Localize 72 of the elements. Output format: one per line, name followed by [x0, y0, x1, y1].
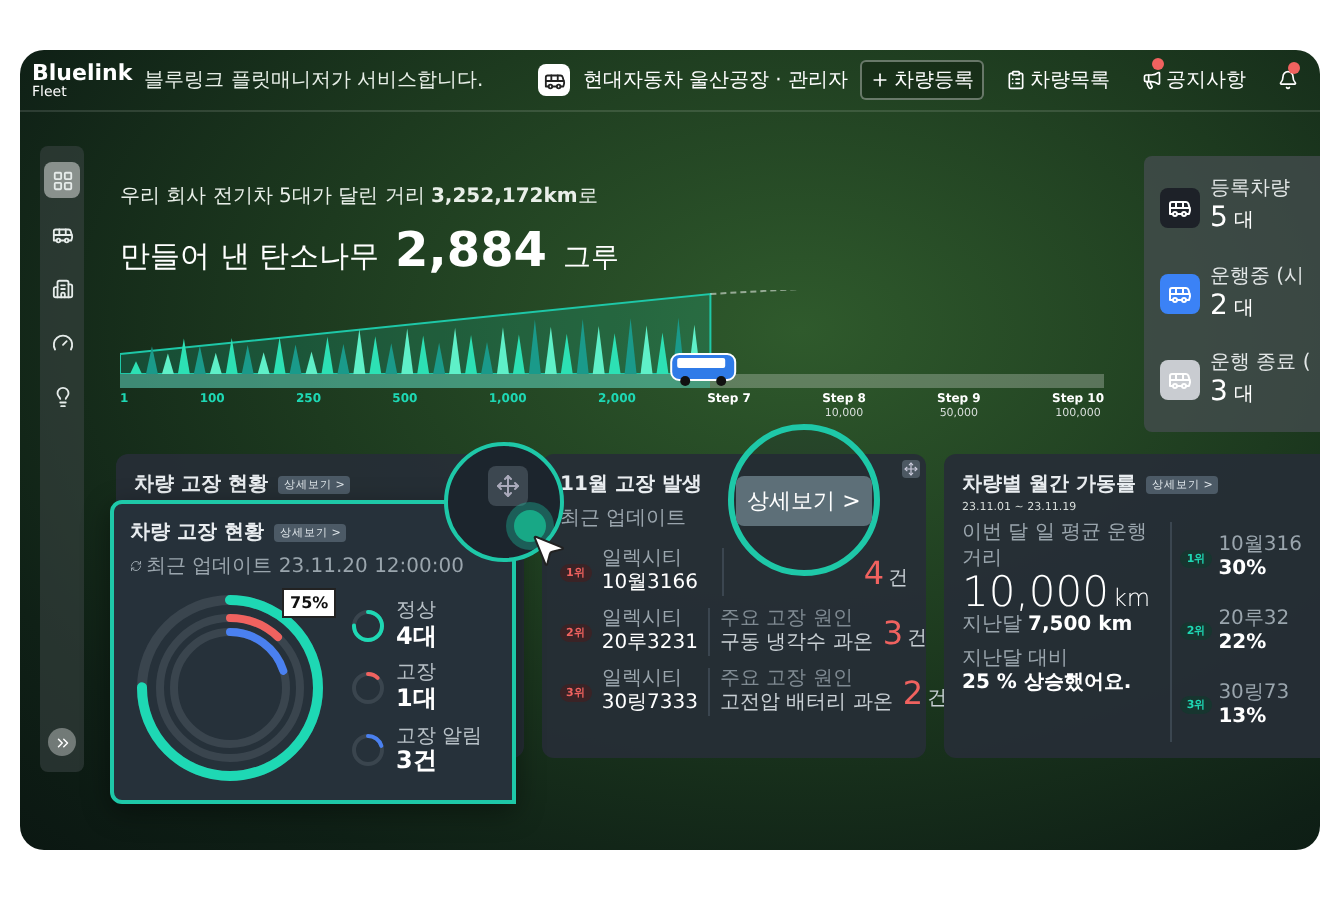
- move-icon[interactable]: [488, 466, 528, 506]
- increase-text: 25 % 상승했어요.: [962, 672, 1134, 697]
- status-value: 5 대: [1210, 202, 1256, 237]
- percentage-tooltip: 75%: [282, 588, 337, 618]
- lightbulb-icon: [51, 385, 73, 407]
- legend-label: 고장: [396, 662, 437, 686]
- card-title: 11월 고장 발생: [560, 472, 704, 498]
- count-unit: 그루: [562, 240, 619, 276]
- drag-handle[interactable]: [514, 510, 546, 542]
- card-title: 차량 고장 현황: [134, 472, 268, 498]
- legend-value: 1대: [396, 685, 437, 714]
- plate-number: 10월316: [1218, 534, 1302, 559]
- status-label: 운행 종료 (: [1210, 351, 1311, 376]
- plate-number: 20루32: [1218, 607, 1290, 632]
- status-label: 운행중 (시: [1210, 265, 1305, 290]
- tree-count: 2,884: [395, 222, 547, 278]
- fault-count: 2 건: [902, 673, 948, 711]
- plate-number: 30링7333: [601, 692, 699, 716]
- vehicle-model: 일렉시티: [601, 608, 684, 632]
- legend-value: 3건: [396, 748, 439, 776]
- legend-value: 4대: [396, 623, 437, 651]
- cause-label: 주요 고장 원인: [720, 668, 855, 692]
- status-value: 3 대: [1210, 375, 1256, 410]
- update-time: 최근 업데이트 23.11.20 12:00:00: [130, 552, 496, 580]
- bus-icon: [51, 223, 73, 245]
- details-button[interactable]: 상세보기 >: [735, 475, 873, 525]
- average-distance: 10,000 km: [962, 572, 1153, 614]
- expand-button[interactable]: [48, 728, 76, 756]
- grid-icon: [51, 169, 73, 191]
- welcome-text: 블루링크 플릿매니저가 서비스합니다.: [144, 68, 484, 94]
- plus-icon: [870, 70, 890, 90]
- utilization-rate: 22%: [1218, 631, 1269, 656]
- clipboard-icon: [1006, 70, 1026, 90]
- sidebar-item[interactable]: [44, 162, 80, 198]
- distance-text: 우리 회사 전기차 5대가 달린 거리 3,252,172km로: [120, 184, 600, 210]
- bus-icon: [538, 64, 571, 96]
- legend-label: 정상: [396, 600, 437, 624]
- bell-icon: [1278, 70, 1298, 90]
- last-month-distance: 지난달 7,500 km: [962, 614, 1135, 639]
- status-value: 2 대: [1210, 289, 1256, 323]
- average-label: 이번 달 일 평균 운행거리: [962, 522, 1150, 572]
- company-name: 현대자동차 울산공장 · 관리자: [582, 68, 848, 94]
- fault-count: 3 건: [882, 613, 928, 651]
- cause-text: 고전압 배터리 과온: [720, 692, 893, 716]
- plate-number: 20루3231: [601, 632, 699, 656]
- move-icon[interactable]: [902, 460, 920, 478]
- double-chevron-icon: [53, 733, 71, 751]
- compare-label: 지난달 대비: [962, 647, 1071, 672]
- plate-number: 10월3166: [601, 572, 701, 596]
- card-title: 차량 고장 현황: [130, 520, 264, 546]
- fault-count: 4 건: [863, 553, 908, 591]
- headline-text: 만들어 낸 탄소나무: [120, 238, 380, 276]
- logo-text: Bluelink: [32, 61, 133, 83]
- gauge-icon: [51, 331, 73, 353]
- card-title: 차량별 월간 가동률: [962, 472, 1136, 498]
- cause-label: 주요 고장 원인: [720, 608, 855, 632]
- update-time: 최근 업데이트: [560, 506, 689, 532]
- header-button[interactable]: 차량목록: [996, 60, 1120, 100]
- bus-icon: [669, 352, 738, 388]
- plate-number: 30링73: [1218, 681, 1290, 706]
- utilization-rate: 13%: [1218, 705, 1269, 730]
- vehicle-model: 일렉시티: [601, 548, 684, 572]
- refresh-icon: [130, 560, 142, 572]
- status-label: 등록차량: [1210, 178, 1290, 203]
- building-icon: [51, 277, 73, 299]
- utilization-rate: 30%: [1218, 558, 1269, 583]
- header-button[interactable]: 공지사항: [1132, 60, 1256, 100]
- cause-text: 구동 냉각수 과온: [720, 632, 873, 656]
- vehicle-model: 일렉시티: [601, 668, 684, 692]
- header-button[interactable]: 차량등록: [860, 60, 984, 100]
- legend-label: 고장 알림: [396, 725, 483, 749]
- megaphone-icon: [1142, 70, 1162, 90]
